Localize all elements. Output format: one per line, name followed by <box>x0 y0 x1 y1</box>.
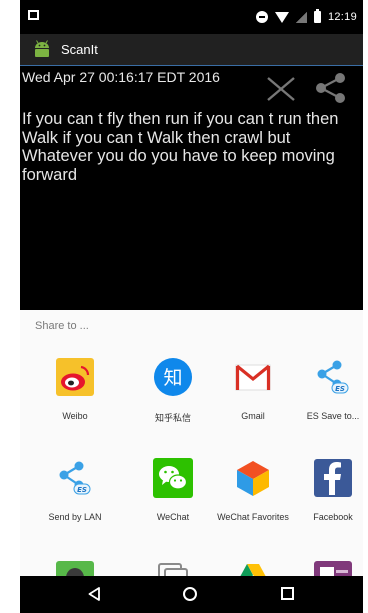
share-app-zhihu[interactable]: 知 知乎私信 <box>133 357 213 424</box>
share-app-label: Facebook <box>313 512 353 522</box>
svg-text:ES: ES <box>335 385 345 393</box>
app-bar: ScanIt <box>20 34 363 65</box>
share-app-send-by-lan[interactable]: ES Send by LAN <box>35 458 115 522</box>
share-app-label: 知乎私信 <box>154 413 191 423</box>
share-app-gmail[interactable]: Gmail <box>213 357 293 421</box>
share-app-evernote[interactable] <box>35 560 115 576</box>
share-icon[interactable] <box>312 72 348 104</box>
share-app-copy[interactable] <box>133 560 213 576</box>
clock: 12:19 <box>327 11 357 23</box>
share-app-drive[interactable] <box>213 560 293 576</box>
back-icon[interactable] <box>88 587 101 601</box>
copy-icon <box>158 563 188 576</box>
es-save-icon: ES <box>317 360 349 394</box>
gmail-icon <box>235 364 271 391</box>
recent-apps-icon[interactable] <box>281 587 294 600</box>
battery-icon <box>313 9 321 23</box>
send-by-lan-icon: ES <box>59 461 91 495</box>
close-icon[interactable] <box>266 74 296 104</box>
share-app-wechat[interactable]: WeChat <box>133 458 213 522</box>
note-timestamp: Wed Apr 27 00:16:17 EDT 2016 <box>22 69 220 85</box>
note-text: If you can t fly then run if you can t r… <box>22 110 339 184</box>
evernote-icon <box>56 561 94 576</box>
app-title: ScanIt <box>61 42 98 57</box>
android-icon <box>35 40 49 57</box>
share-app-label: Weibo <box>62 411 88 421</box>
gallery-notification-icon <box>28 10 39 20</box>
share-app-label: ES Save to... <box>306 411 360 421</box>
share-app-label: WeChat Favorites <box>217 512 289 522</box>
share-app-label: Send by LAN <box>48 512 102 522</box>
wifi-icon <box>274 11 289 23</box>
share-sheet: Share to ... Weibo 知 知乎私信 Gmail ES ES Sa… <box>20 310 363 576</box>
drive-icon <box>240 564 266 576</box>
cell-signal-icon <box>295 11 307 23</box>
zhihu-icon: 知 <box>154 358 192 396</box>
svg-text:知: 知 <box>163 367 182 389</box>
do-not-disturb-icon <box>255 11 268 23</box>
onenote-icon <box>314 561 352 576</box>
status-bar: 12:19 <box>20 0 363 34</box>
app-bar-divider <box>20 65 363 66</box>
share-app-es-save[interactable]: ES ES Save to... <box>293 357 363 421</box>
home-icon[interactable] <box>183 587 197 601</box>
share-app-label: Gmail <box>241 411 265 421</box>
share-app-weibo[interactable]: Weibo <box>35 357 115 421</box>
phone-screen: 12:19 ScanIt Wed Apr 27 00:16:17 EDT 201… <box>20 0 363 613</box>
svg-text:ES: ES <box>77 486 87 494</box>
share-app-facebook[interactable]: Facebook <box>293 458 363 522</box>
navigation-bar <box>20 576 363 613</box>
weibo-icon <box>56 358 94 396</box>
share-app-wechat-favorites[interactable]: WeChat Favorites <box>213 458 293 522</box>
share-sheet-title: Share to ... <box>35 320 89 332</box>
wechat-favorites-icon <box>237 461 269 496</box>
wechat-icon <box>153 458 193 498</box>
facebook-icon <box>314 459 352 497</box>
share-app-onenote[interactable] <box>293 560 363 576</box>
share-app-label: WeChat <box>156 512 190 522</box>
